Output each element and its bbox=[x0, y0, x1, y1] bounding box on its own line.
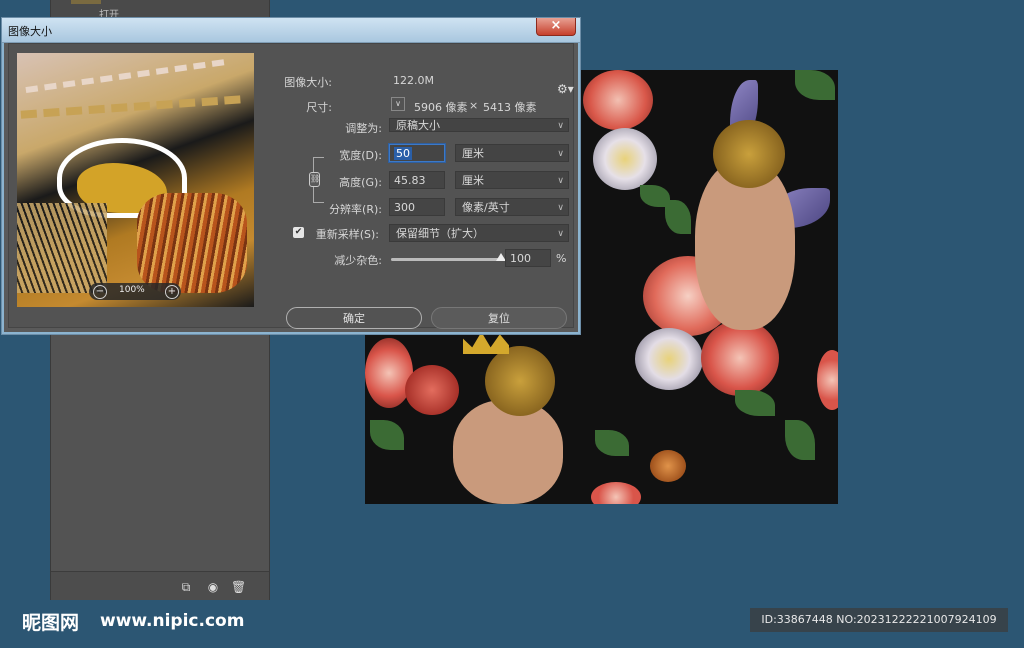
image-size-value: 122.0M bbox=[393, 74, 434, 87]
slider-fill bbox=[391, 258, 501, 261]
fit-to-label: 调整为: bbox=[345, 122, 382, 135]
history-panel-footer: ⧉ ◉ 🗑 bbox=[51, 571, 269, 600]
resolution-unit-select[interactable]: 像素/英寸 ∨ bbox=[455, 198, 569, 216]
new-document-from-state-icon[interactable]: ⧉ bbox=[179, 580, 193, 594]
rose-image bbox=[817, 350, 838, 410]
rose-image bbox=[591, 482, 641, 504]
preview-stroke bbox=[17, 203, 107, 293]
preview-zoom-value: 100% bbox=[119, 285, 145, 295]
resolution-label: 分辨率(R): bbox=[329, 203, 382, 216]
dialog-body: − 100% + 图像大小: 122.0M ⚙▾ 尺寸: ∨ 5906 像素 ×… bbox=[8, 43, 574, 329]
leaf-image bbox=[785, 420, 815, 460]
rosebud-image bbox=[650, 450, 686, 482]
fit-to-select[interactable]: 原稿大小 ∨ bbox=[389, 118, 569, 132]
width-label: 宽度(D): bbox=[339, 149, 382, 162]
resolution-unit-value: 像素/英寸 bbox=[462, 201, 510, 214]
camera-icon[interactable]: ◉ bbox=[206, 580, 220, 594]
close-button[interactable]: × bbox=[536, 18, 576, 36]
resample-value: 保留细节（扩大） bbox=[396, 227, 484, 240]
resolution-value: 300 bbox=[394, 201, 415, 214]
height-unit-value: 厘米 bbox=[462, 174, 484, 187]
image-size-dialog: 图像大小 × − 100% + 图像大小: 122.0M ⚙▾ 尺寸: ∨ 59… bbox=[1, 17, 581, 335]
resample-label: 重新采样(S): bbox=[315, 228, 379, 241]
zoom-out-icon[interactable]: − bbox=[93, 285, 107, 299]
chevron-down-icon: ∨ bbox=[557, 229, 564, 239]
chevron-down-icon: ∨ bbox=[557, 203, 564, 213]
cherub-hair-image bbox=[485, 346, 555, 416]
chevron-down-icon[interactable]: ∨ bbox=[391, 97, 405, 111]
watermark-url: www.nipic.com bbox=[100, 611, 245, 631]
cherub-hair-image bbox=[713, 120, 785, 188]
rose-image bbox=[701, 320, 779, 396]
dimensions-height: 5413 像素 bbox=[483, 101, 537, 114]
chevron-down-icon: ∨ bbox=[557, 149, 564, 159]
leaf-image bbox=[595, 430, 629, 456]
dialog-titlebar[interactable]: 图像大小 × bbox=[2, 18, 580, 43]
gear-icon[interactable]: ⚙▾ bbox=[557, 82, 574, 96]
reduce-noise-label: 减少杂色: bbox=[334, 254, 382, 267]
chevron-down-icon: ∨ bbox=[557, 176, 564, 186]
resample-select[interactable]: 保留细节（扩大） ∨ bbox=[389, 224, 569, 242]
height-input[interactable]: 45.83 bbox=[389, 171, 445, 189]
ok-button[interactable]: 确定 bbox=[286, 307, 422, 329]
dimensions-label: 尺寸: bbox=[306, 101, 332, 114]
width-unit-select[interactable]: 厘米 ∨ bbox=[455, 144, 569, 162]
leaf-image bbox=[665, 200, 691, 234]
resolution-input[interactable]: 300 bbox=[389, 198, 445, 216]
reduce-noise-slider[interactable] bbox=[391, 253, 506, 261]
reset-button[interactable]: 复位 bbox=[431, 307, 567, 329]
width-value: 50 bbox=[394, 147, 412, 160]
chevron-down-icon: ∨ bbox=[557, 121, 564, 131]
rose-image bbox=[405, 365, 459, 415]
leaf-image bbox=[795, 70, 835, 100]
dimensions-x: × bbox=[469, 99, 479, 112]
reduce-noise-value: 100 bbox=[510, 252, 531, 265]
dialog-title: 图像大小 bbox=[8, 25, 52, 38]
preview-brown-stroke bbox=[137, 193, 247, 293]
reduce-noise-input[interactable]: 100 bbox=[505, 249, 551, 267]
image-preview[interactable]: − 100% + bbox=[17, 53, 254, 307]
percent-unit: % bbox=[556, 252, 567, 265]
history-snapshot-thumbnail[interactable] bbox=[71, 0, 101, 4]
watermark-id: ID:33867448 NO:20231222221007924109 bbox=[750, 608, 1008, 632]
height-label: 高度(G): bbox=[339, 176, 382, 189]
watermark-logo: 昵图网 bbox=[22, 612, 80, 634]
trash-icon[interactable]: 🗑 bbox=[231, 580, 246, 594]
width-unit-value: 厘米 bbox=[462, 147, 484, 160]
fit-to-value: 原稿大小 bbox=[396, 119, 440, 132]
rose-image bbox=[583, 70, 653, 130]
preview-zoom-control: − 100% + bbox=[89, 283, 181, 300]
rose-image bbox=[593, 128, 657, 190]
leaf-image bbox=[735, 390, 775, 416]
leaf-image bbox=[370, 420, 404, 450]
cherub-body-image bbox=[453, 400, 563, 504]
rose-image bbox=[635, 328, 703, 390]
image-size-label: 图像大小: bbox=[284, 76, 332, 89]
height-unit-select[interactable]: 厘米 ∨ bbox=[455, 171, 569, 189]
crown-image bbox=[463, 332, 509, 354]
zoom-in-icon[interactable]: + bbox=[165, 285, 179, 299]
height-value: 45.83 bbox=[394, 174, 426, 187]
width-input[interactable]: 50 bbox=[389, 144, 445, 162]
dimensions-width: 5906 像素 bbox=[414, 101, 468, 114]
